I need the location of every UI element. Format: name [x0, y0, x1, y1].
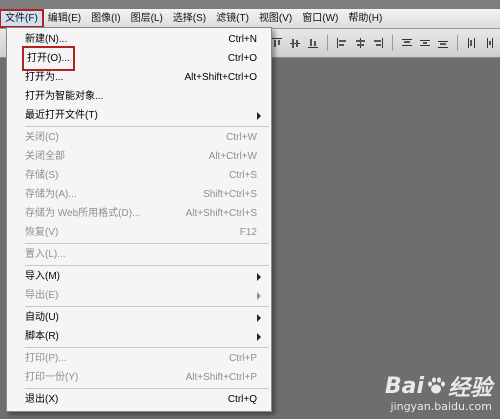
submenu-arrow-icon [257, 292, 261, 300]
file-menu-dropdown: 新建(N)... Ctrl+N 打开(O)... Ctrl+O 打开为... Alt+… [6, 27, 272, 412]
watermark-url: jingyan.baidu.com [390, 400, 492, 413]
menu-item-open-as[interactable]: 打开为... Alt+Shift+Ctrl+O [7, 68, 271, 87]
align-distribute-group [271, 35, 500, 51]
submenu-arrow-icon [257, 314, 261, 322]
menu-separator [25, 347, 269, 348]
menu-separator [25, 388, 269, 389]
menu-separator [25, 306, 269, 307]
menu-select[interactable]: 选择(S) [168, 10, 211, 27]
menu-item-open-smart-object[interactable]: 打开为智能对象... [7, 87, 271, 106]
menu-item-open[interactable]: 打开(O)... Ctrl+O [7, 46, 271, 71]
menu-item-revert: 恢复(V) F12 [25, 227, 257, 238]
menu-item-import[interactable]: 导入(M) [7, 267, 271, 286]
distribute-vcenter-icon[interactable] [419, 37, 431, 49]
menu-item-new[interactable]: 新建(N)... Ctrl+N [7, 30, 271, 49]
toolbar-separator [327, 35, 328, 51]
menu-item-scripts[interactable]: 脚本(R) [7, 327, 271, 346]
menu-separator [25, 265, 269, 266]
menu-image[interactable]: 图像(I) [86, 10, 125, 27]
distribute-left-icon[interactable] [466, 37, 478, 49]
watermark-text-right: 经验 [447, 376, 492, 401]
menu-item-recent-files[interactable]: 最近打开文件(T) [7, 106, 271, 125]
menu-item-close: 关闭(C) Ctrl+W [25, 132, 257, 143]
menu-separator [25, 243, 269, 244]
menu-help[interactable]: 帮助(H) [343, 10, 387, 27]
menu-bar: 文件(F) 编辑(E) 图像(I) 图层(L) 选择(S) 滤镜(T) 视图(V… [0, 9, 500, 29]
menu-item-exit[interactable]: 退出(X) Ctrl+Q [7, 390, 271, 409]
menu-item-export: 导出(E) [7, 286, 271, 305]
distribute-top-icon[interactable] [401, 37, 413, 49]
open-highlight-box: 打开(O)... [22, 46, 75, 71]
menu-item-place: 置入(L)... [25, 249, 66, 260]
menu-file[interactable]: 文件(F) [0, 9, 44, 28]
toolbar-separator [392, 35, 393, 51]
menu-filter[interactable]: 滤镜(T) [211, 10, 254, 27]
menu-item-save: 存储(S) Ctrl+S [25, 170, 257, 181]
menu-item-print-one-copy: 打印一份(Y) Alt+Shift+Ctrl+P [25, 372, 257, 383]
watermark-text-left: Bai [384, 373, 424, 399]
toolbar-separator [457, 35, 458, 51]
menu-view[interactable]: 视图(V) [254, 10, 297, 27]
menu-item-save-as: 存储为(A)... Shift+Ctrl+S [25, 189, 257, 200]
menu-item-automate[interactable]: 自动(U) [7, 308, 271, 327]
baidu-paw-icon [427, 377, 445, 394]
menu-item-close-all: 关闭全部 Alt+Ctrl+W [25, 151, 257, 162]
align-right-icon[interactable] [372, 37, 384, 49]
align-bottom-icon[interactable] [307, 37, 319, 49]
align-top-icon[interactable] [271, 37, 283, 49]
submenu-arrow-icon [257, 333, 261, 341]
align-vcenter-icon[interactable] [289, 37, 301, 49]
submenu-arrow-icon [257, 112, 261, 120]
align-left-icon[interactable] [336, 37, 348, 49]
menu-window[interactable]: 窗口(W) [297, 10, 343, 27]
baidu-jingyan-watermark: Bai 经验 jingyan.baidu.com [384, 370, 492, 414]
align-hcenter-icon[interactable] [354, 37, 366, 49]
submenu-arrow-icon [257, 273, 261, 281]
distribute-hcenter-icon[interactable] [484, 37, 496, 49]
menu-item-print: 打印(P)... Ctrl+P [25, 353, 257, 364]
distribute-bottom-icon[interactable] [437, 37, 449, 49]
menu-item-save-for-web: 存储为 Web所用格式(D)... Alt+Shift+Ctrl+S [25, 208, 257, 219]
menu-edit[interactable]: 编辑(E) [43, 10, 86, 27]
menu-layer[interactable]: 图层(L) [126, 10, 168, 27]
menu-separator [25, 126, 269, 127]
